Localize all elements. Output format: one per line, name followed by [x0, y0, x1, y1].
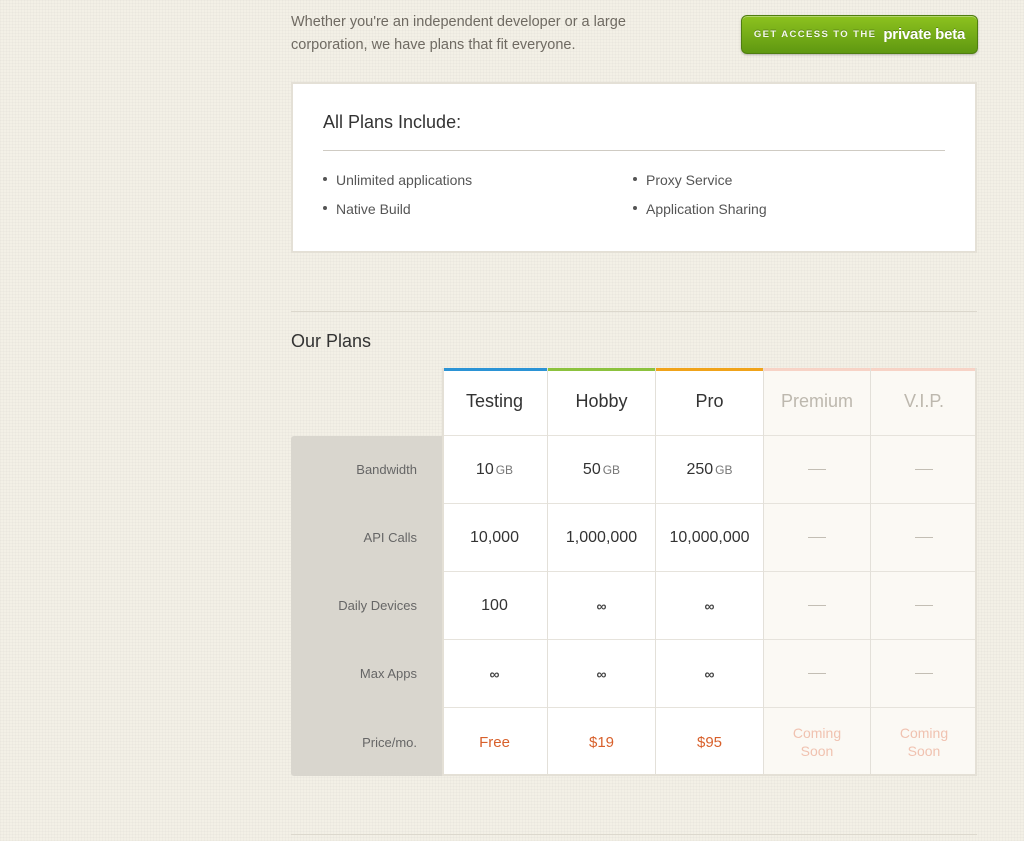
plan-column-hobby: Hobby 50 GB 1,000,000 ∞ ∞ $19 [548, 368, 656, 776]
includes-title: All Plans Include: [323, 112, 462, 132]
bandwidth-unit: GB [715, 462, 733, 477]
price-value: $19 [588, 733, 615, 751]
row-label-price: Price/mo. [362, 735, 417, 750]
price-soon: Soon [800, 743, 834, 759]
row-label-max-apps: Max Apps [359, 666, 417, 681]
max-apps-dash [808, 673, 826, 674]
bandwidth-dash [915, 469, 933, 470]
intro-line-1: Whether you're an independent developer … [291, 14, 626, 30]
api-calls-dash [808, 537, 826, 538]
daily-devices-value: ∞ [704, 597, 715, 614]
max-apps-value: ∞ [704, 665, 715, 682]
plans-title: Our Plans [291, 331, 372, 351]
daily-devices-dash [808, 605, 826, 606]
plan-name: V.I.P. [903, 391, 945, 411]
plan-name: Hobby [575, 391, 628, 411]
api-calls-value: 10,000,000 [669, 528, 750, 546]
price-value: $95 [696, 733, 723, 751]
max-apps-value: ∞ [489, 665, 500, 682]
bottom-divider [291, 834, 977, 835]
bandwidth-unit: GB [602, 462, 621, 477]
row-label-daily-devices: Daily Devices [338, 598, 417, 613]
price-coming: Coming [792, 725, 842, 741]
price-value: Free [479, 733, 510, 751]
row-label-api-calls: API Calls [363, 530, 417, 545]
feature-item: Native Build [323, 201, 411, 217]
row-label-bandwidth: Bandwidth [356, 462, 417, 477]
private-beta-button[interactable]: GET ACCESS TO THE private beta [741, 15, 978, 54]
bandwidth-value: 250 [686, 460, 714, 478]
daily-devices-dash [915, 605, 933, 606]
plan-name: Premium [780, 391, 853, 411]
max-apps-dash [915, 673, 933, 674]
intro-text: Whether you're an independent developer … [291, 11, 671, 57]
bandwidth-dash [808, 469, 826, 470]
intro-line-2: corporation, we have plans that fit ever… [291, 37, 576, 53]
api-calls-value: 1,000,000 [565, 528, 638, 546]
beta-button-label: private beta [883, 26, 966, 43]
feature-item: Proxy Service [633, 172, 732, 188]
price-coming: Coming [899, 725, 949, 741]
plan-column-vip: V.I.P. Coming Soon [871, 368, 977, 776]
bandwidth-value: 10 [475, 460, 494, 478]
plan-column-premium: Premium Coming Soon [764, 368, 871, 776]
api-calls-value: 10,000 [470, 528, 519, 546]
daily-devices-value: ∞ [596, 597, 607, 614]
includes-divider [323, 150, 945, 151]
beta-button-prefix: GET ACCESS TO THE [753, 29, 877, 40]
feature-item: Unlimited applications [323, 172, 472, 188]
max-apps-value: ∞ [596, 665, 607, 682]
daily-devices-value: 100 [481, 596, 508, 614]
api-calls-dash [915, 537, 933, 538]
plan-column-pro: Pro 250 GB 10,000,000 ∞ ∞ $95 [656, 368, 764, 776]
bandwidth-unit: GB [495, 462, 514, 477]
row-labels-column: Bandwidth API Calls Daily Devices Max Ap… [291, 436, 443, 776]
plan-name: Testing [465, 391, 524, 411]
feature-item: Application Sharing [633, 201, 767, 217]
all-plans-include-box: All Plans Include: Unlimited application… [291, 82, 977, 253]
bandwidth-value: 50 [582, 460, 601, 478]
price-soon: Soon [907, 743, 941, 759]
section-divider [291, 311, 977, 312]
plan-name: Pro [695, 391, 724, 411]
plan-column-testing: Testing 10 GB 10,000 100 ∞ Free [442, 368, 548, 776]
